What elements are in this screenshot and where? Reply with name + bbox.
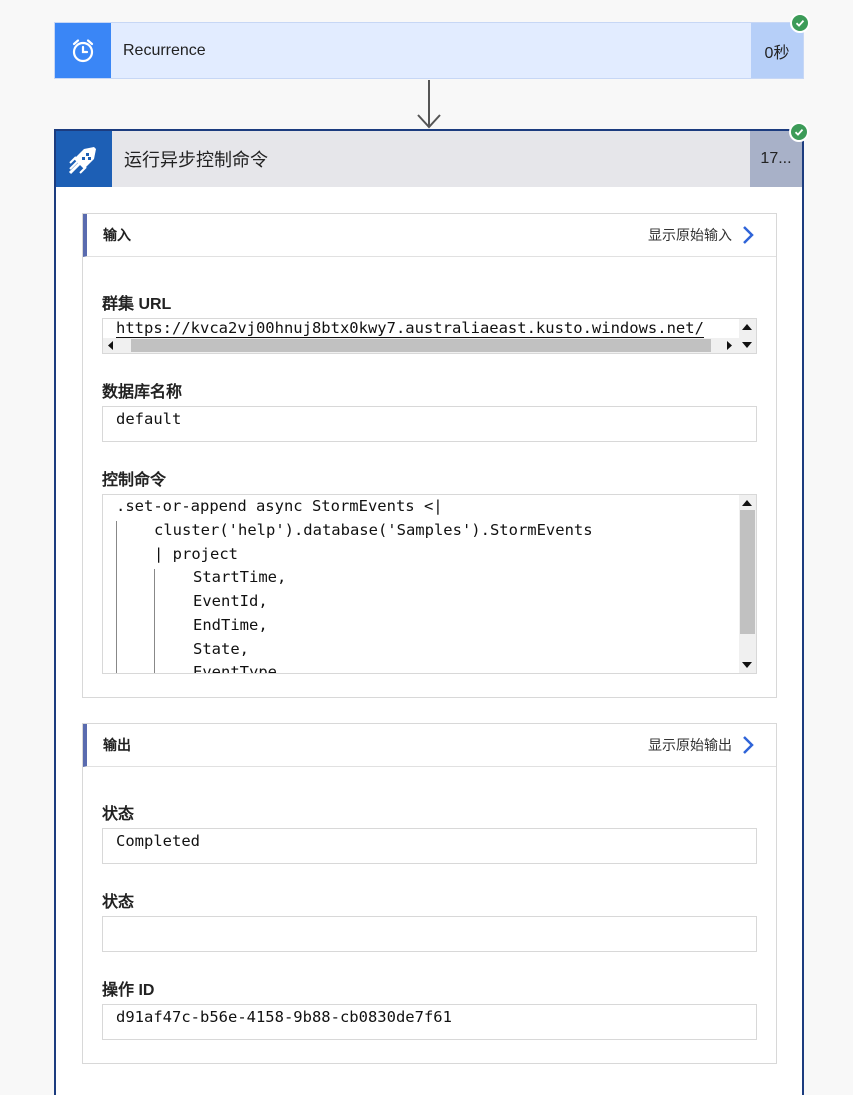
success-check-icon bbox=[790, 13, 810, 33]
outputs-title: 输出 bbox=[103, 737, 131, 753]
cluster-url-field[interactable]: https://kvca2vj00hnuj8btx0kwy7.australia… bbox=[102, 318, 757, 354]
inputs-title: 输入 bbox=[103, 227, 131, 243]
outputs-section: 输出 显示原始输出 状态 Completed 状态 操作 ID d91af47c… bbox=[82, 723, 777, 1064]
horizontal-scrollbar[interactable] bbox=[103, 338, 739, 353]
status2-label: 状态 bbox=[102, 894, 135, 911]
code-line: StartTime, bbox=[193, 568, 287, 586]
database-name-label: 数据库名称 bbox=[102, 384, 183, 401]
cluster-url-label: 群集 URL bbox=[102, 296, 172, 313]
kusto-icon bbox=[56, 131, 112, 187]
code-line: cluster('help').database('Samples').Stor… bbox=[154, 521, 593, 539]
action-header[interactable]: 运行异步控制命令 17... bbox=[56, 131, 802, 187]
control-command-field[interactable]: .set-or-append async StormEvents <| clus… bbox=[102, 494, 757, 674]
flow-arrow-icon bbox=[417, 80, 441, 130]
scrollbar-thumb[interactable] bbox=[740, 510, 755, 634]
cluster-url-value: https://kvca2vj00hnuj8btx0kwy7.australia… bbox=[116, 319, 704, 338]
indent-guide bbox=[154, 569, 155, 673]
operation-id-label: 操作 ID bbox=[102, 982, 155, 999]
operation-id-field[interactable]: d91af47c-b56e-4158-9b88-cb0830de7f61 bbox=[102, 1004, 757, 1040]
status-field[interactable]: Completed bbox=[102, 828, 757, 864]
code-line: State, bbox=[193, 640, 249, 658]
code-line: EndTime, bbox=[193, 616, 268, 634]
show-raw-outputs-link[interactable]: 显示原始输出 bbox=[648, 735, 754, 755]
chevron-right-icon bbox=[743, 736, 754, 754]
action-card: 运行异步控制命令 17... 输入 显示原始输入 群集 URL https://… bbox=[54, 129, 804, 1095]
status-label: 状态 bbox=[102, 806, 135, 823]
indent-guide bbox=[116, 521, 117, 673]
control-command-label: 控制命令 bbox=[102, 472, 167, 489]
show-raw-inputs-link[interactable]: 显示原始输入 bbox=[648, 225, 754, 245]
code-line: EventType bbox=[193, 663, 277, 674]
vertical-scrollbar[interactable] bbox=[739, 495, 756, 673]
code-line: EventId, bbox=[193, 592, 268, 610]
status2-field[interactable] bbox=[102, 916, 757, 952]
recurrence-card[interactable]: Recurrence 0秒 bbox=[54, 22, 804, 79]
scrollbar-thumb[interactable] bbox=[131, 339, 711, 352]
inputs-header: 输入 显示原始输入 bbox=[83, 214, 776, 257]
code-line: .set-or-append async StormEvents <| bbox=[116, 497, 443, 515]
success-check-icon bbox=[789, 122, 809, 142]
action-title: 运行异步控制命令 bbox=[124, 150, 268, 170]
code-line: | project bbox=[154, 545, 238, 563]
inputs-section: 输入 显示原始输入 群集 URL https://kvca2vj00hnuj8b… bbox=[82, 213, 777, 698]
chevron-right-icon bbox=[743, 226, 754, 244]
outputs-header: 输出 显示原始输出 bbox=[83, 724, 776, 767]
show-raw-outputs-label: 显示原始输出 bbox=[648, 737, 732, 753]
database-name-field[interactable]: default bbox=[102, 406, 757, 442]
alarm-clock-icon bbox=[55, 23, 111, 78]
recurrence-title: Recurrence bbox=[123, 41, 206, 59]
vertical-scrollbar[interactable] bbox=[739, 319, 756, 353]
show-raw-inputs-label: 显示原始输入 bbox=[648, 227, 732, 243]
